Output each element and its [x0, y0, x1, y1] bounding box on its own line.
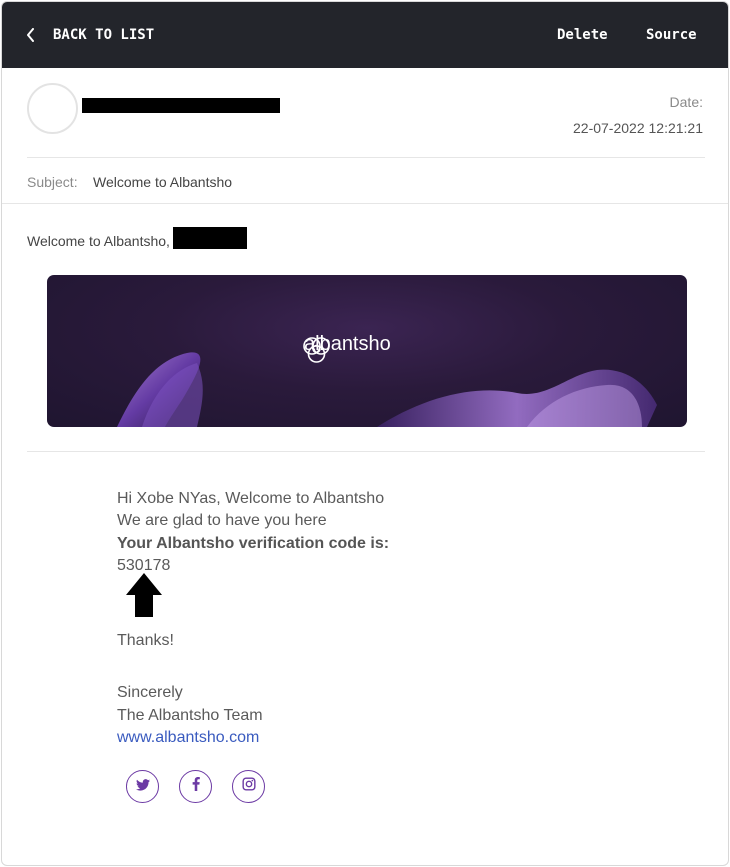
- verification-code-label: Your Albantsho verification code is:: [117, 535, 390, 552]
- facebook-icon: [192, 777, 200, 796]
- date-value: 22-07-2022 12:21:21: [573, 120, 703, 136]
- header-divider: [27, 157, 705, 158]
- chevron-left-icon: [26, 28, 36, 42]
- recipient-name-redaction: [173, 227, 247, 249]
- thanks-text: Thanks!: [117, 632, 174, 649]
- message-line-1: Hi Xobe NYas, Welcome to Albantsho: [117, 490, 385, 507]
- team-signature: The Albantsho Team: [117, 707, 263, 724]
- source-button[interactable]: Source: [646, 2, 697, 68]
- date-label: Date:: [669, 94, 703, 110]
- instagram-button[interactable]: [232, 770, 265, 803]
- subject-value: Welcome to Albantsho: [93, 174, 233, 190]
- website-link[interactable]: www.albantsho.com: [117, 729, 259, 746]
- subject-divider: [2, 203, 728, 204]
- signoff-text: Sincerely: [117, 684, 183, 701]
- subject-label: Subject:: [27, 174, 78, 190]
- message-line-2: We are glad to have you here: [117, 512, 327, 529]
- facebook-button[interactable]: [179, 770, 212, 803]
- sender-name-redaction: [82, 98, 280, 113]
- instagram-icon: [241, 777, 256, 796]
- email-viewer: BACK TO LIST Delete Source Date: 22-07-2…: [1, 1, 729, 866]
- twitter-icon: [135, 778, 150, 796]
- delete-button[interactable]: Delete: [557, 2, 608, 68]
- sender-avatar: [27, 83, 78, 134]
- brand-logo: albantsho: [300, 333, 391, 363]
- up-arrow-annotation: [126, 573, 162, 622]
- twitter-button[interactable]: [126, 770, 159, 803]
- back-to-list-button[interactable]: BACK TO LIST: [26, 2, 154, 68]
- greeting-text: Welcome to Albantsho,: [27, 233, 170, 249]
- email-toolbar: BACK TO LIST Delete Source: [2, 2, 728, 68]
- banner-divider: [27, 451, 705, 452]
- back-to-list-label: BACK TO LIST: [53, 27, 155, 43]
- brand-banner: albantsho: [47, 275, 687, 427]
